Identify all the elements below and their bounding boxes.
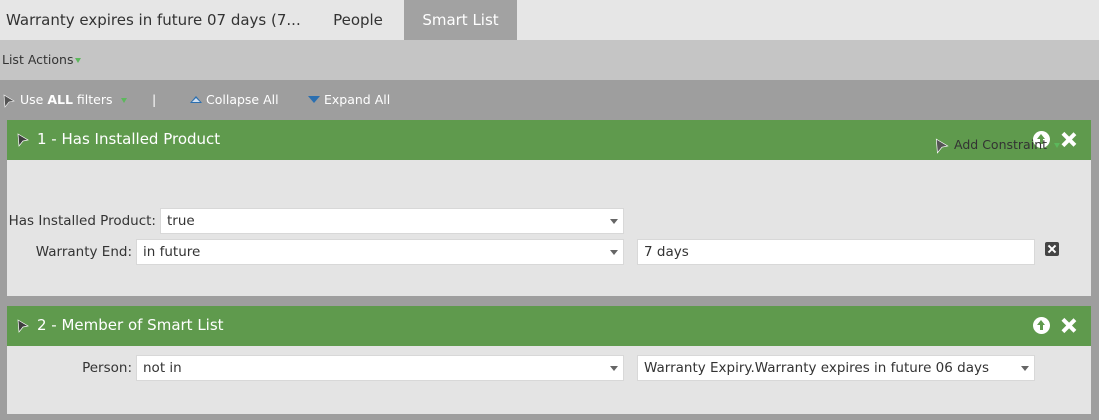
chevron-down-icon — [610, 366, 618, 371]
filter-2-title: 2 - Member of Smart List — [37, 316, 224, 334]
toolbar-separator: | — [152, 92, 157, 107]
expand-icon — [308, 96, 320, 103]
filter-1-title: 1 - Has Installed Product — [37, 130, 221, 148]
filter-pen-icon — [3, 93, 15, 108]
filter-pen-icon — [17, 319, 29, 333]
dropdown-arrow-icon — [1054, 143, 1060, 148]
person-label: Person: — [82, 360, 132, 376]
expand-all-label: Expand All — [324, 92, 391, 107]
collapse-icon — [190, 96, 202, 103]
expand-all-button[interactable]: Expand All — [308, 92, 390, 107]
action-bar: List Actions — [0, 40, 1099, 80]
warranty-end-label: Warranty End: — [35, 244, 132, 260]
list-actions-label: List Actions — [2, 52, 74, 67]
list-actions-menu[interactable]: List Actions — [2, 52, 82, 67]
chevron-down-icon — [610, 219, 618, 224]
chevron-down-icon — [610, 250, 618, 255]
move-up-icon[interactable] — [1033, 317, 1050, 334]
warranty-end-select[interactable]: in future — [136, 239, 624, 265]
collapse-all-button[interactable]: Collapse All — [190, 92, 279, 107]
person-operator-select[interactable]: not in — [136, 355, 624, 381]
warranty-end-value: in future — [143, 244, 201, 260]
remove-constraint-icon[interactable] — [1045, 242, 1059, 256]
dropdown-arrow-icon — [75, 58, 82, 63]
use-filters-suffix: filters — [72, 92, 113, 107]
filter-1-header: 1 - Has Installed Product — [7, 120, 1091, 160]
tab-people[interactable]: People — [312, 0, 404, 40]
dropdown-arrow-icon — [121, 98, 128, 103]
use-all-filters-menu[interactable]: Use ALL filters — [2, 92, 128, 108]
filter-pen-icon — [17, 133, 29, 147]
add-constraint-button[interactable]: Add Constraint — [934, 137, 1060, 154]
close-icon[interactable] — [1060, 317, 1077, 334]
tab-smart-list-name[interactable]: Warranty expires in future 07 days (7... — [0, 0, 312, 40]
collapse-all-label: Collapse All — [206, 92, 279, 107]
tab-strip: Warranty expires in future 07 days (7...… — [0, 0, 1099, 40]
warranty-end-days-input[interactable]: 7 days — [637, 239, 1035, 265]
tab-smart-list[interactable]: Smart List — [404, 0, 517, 40]
close-icon[interactable] — [1060, 131, 1077, 148]
use-filters-bold: ALL — [47, 92, 73, 107]
add-constraint-label: Add Constraint — [954, 137, 1048, 152]
smart-list-select[interactable]: Warranty Expiry.Warranty expires in futu… — [637, 355, 1035, 381]
person-operator-value: not in — [143, 360, 182, 376]
smart-list-value: Warranty Expiry.Warranty expires in futu… — [644, 360, 989, 376]
filter-toolbar: Use ALL filters | Collapse All Expand Al… — [0, 80, 1099, 120]
filter-2-header: 2 - Member of Smart List — [7, 306, 1091, 346]
filter-pen-icon — [935, 138, 949, 154]
has-installed-product-label: Has Installed Product: — [8, 213, 156, 229]
filter-2: 2 - Member of Smart List Person: not in … — [7, 306, 1091, 414]
use-filters-prefix: Use — [19, 92, 48, 107]
has-installed-product-value: true — [167, 213, 195, 229]
has-installed-product-select[interactable]: true — [160, 208, 624, 234]
chevron-down-icon — [1021, 366, 1029, 371]
filter-1: 1 - Has Installed Product Add Constraint… — [7, 120, 1091, 296]
